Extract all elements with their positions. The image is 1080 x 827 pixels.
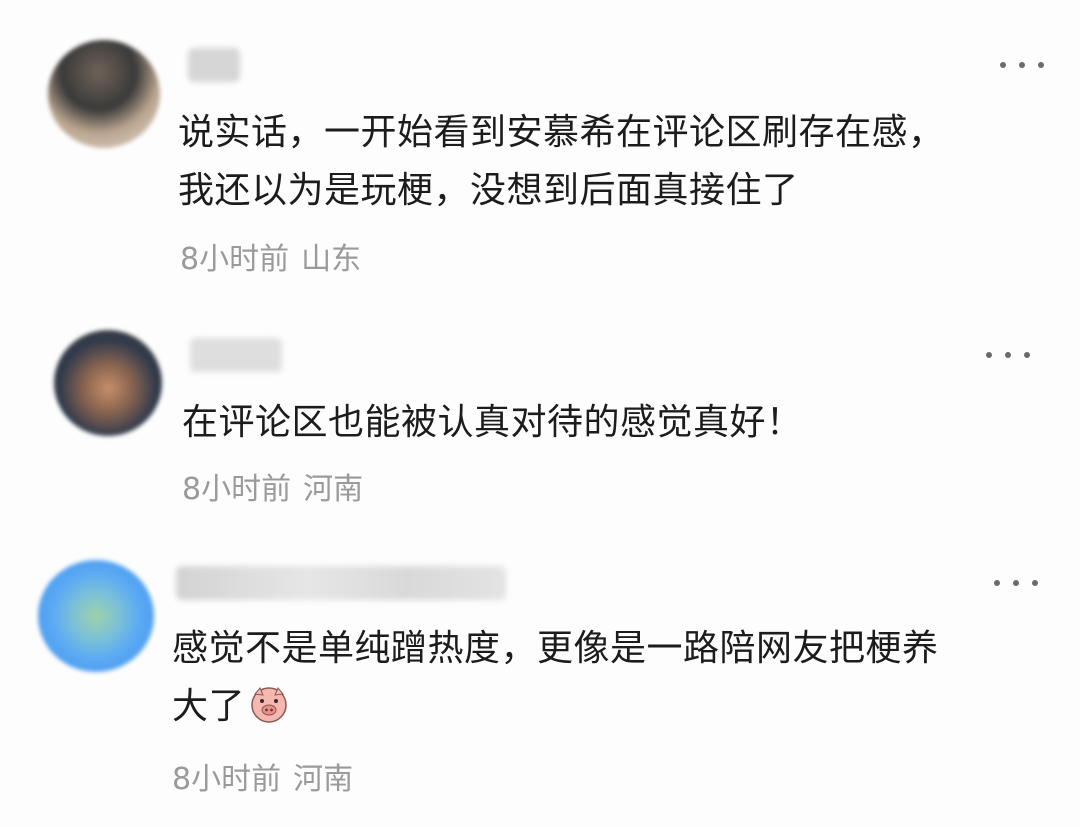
more-button[interactable] (994, 568, 1038, 598)
comment-list: 说实话，一开始看到安慕希在评论区刷存在感， 我还以为是玩梗，没想到后面真接住了 … (0, 0, 1080, 827)
pig-face-emoji-icon (251, 687, 287, 723)
comment-text: 在评论区也能被认真对待的感觉真好！ (182, 402, 803, 443)
username[interactable] (190, 338, 282, 372)
more-button[interactable] (1000, 50, 1044, 80)
location: 河南 (293, 762, 354, 797)
comment-text: 感觉不是单纯蹭热度，更像是一路陪网友把梗养 大了 (172, 628, 939, 727)
location: 山东 (301, 242, 362, 277)
comment-item: 在评论区也能被认真对待的感觉真好！ 8小时前 河南 (0, 300, 1080, 540)
avatar[interactable] (48, 40, 160, 148)
comment-item: 说实话，一开始看到安慕希在评论区刷存在感， 我还以为是玩梗，没想到后面真接住了 … (0, 0, 1080, 300)
comment-meta: 8小时前 河南 (172, 762, 353, 798)
more-dots-icon (994, 580, 1000, 586)
comment-text: 说实话，一开始看到安慕希在评论区刷存在感， 我还以为是玩梗，没想到后面真接住了 (178, 112, 945, 211)
timestamp: 8小时前 (172, 762, 282, 797)
avatar[interactable] (54, 330, 162, 436)
location: 河南 (303, 472, 364, 507)
more-dots-icon (986, 352, 992, 358)
more-dots-icon (1000, 62, 1006, 68)
username[interactable] (188, 48, 240, 82)
comment-meta: 8小时前 山东 (180, 242, 361, 278)
comment-item: 感觉不是单纯蹭热度，更像是一路陪网友把梗养 大了 8小时前 河南 (0, 540, 1080, 827)
avatar[interactable] (38, 560, 154, 672)
timestamp: 8小时前 (180, 242, 290, 277)
timestamp: 8小时前 (182, 472, 292, 507)
more-button[interactable] (986, 340, 1030, 370)
comment-meta: 8小时前 河南 (182, 472, 363, 508)
username[interactable] (176, 566, 506, 600)
